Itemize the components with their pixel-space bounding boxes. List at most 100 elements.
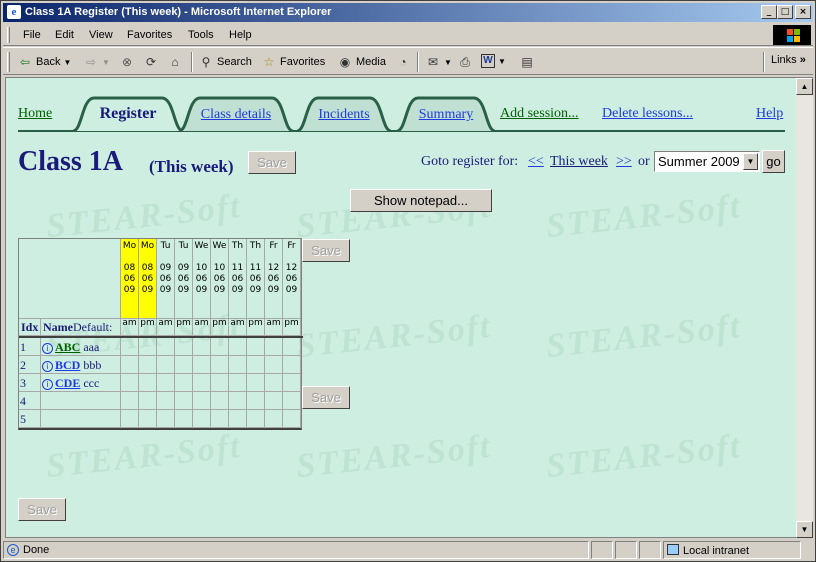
attendance-cell[interactable]: [121, 410, 139, 428]
attendance-cell[interactable]: [283, 410, 301, 428]
attendance-cell[interactable]: [247, 392, 265, 410]
attendance-cell[interactable]: [157, 356, 175, 374]
attendance-cell[interactable]: [193, 356, 211, 374]
attendance-cell[interactable]: [283, 338, 301, 356]
favorites-button[interactable]: ☆ Favorites: [261, 54, 326, 70]
media-button[interactable]: ◉ Media: [337, 54, 386, 70]
stop-button[interactable]: ⊗: [119, 54, 135, 70]
goto-this-week-link[interactable]: This week: [550, 154, 608, 170]
attendance-cell[interactable]: [229, 410, 247, 428]
attendance-cell[interactable]: [139, 392, 157, 410]
show-notepad-button[interactable]: Show notepad...: [350, 189, 492, 212]
edit-word-button[interactable]: W ▼: [481, 54, 506, 68]
default-mark-cell[interactable]: [121, 319, 139, 336]
save-button-grid-bottom[interactable]: Save: [302, 386, 350, 409]
attendance-cell[interactable]: [265, 374, 283, 392]
attendance-cell[interactable]: [139, 338, 157, 356]
tab-incidents[interactable]: Incidents: [296, 96, 392, 132]
attendance-cell[interactable]: [193, 392, 211, 410]
attendance-cell[interactable]: [247, 356, 265, 374]
attendance-cell[interactable]: [265, 410, 283, 428]
attendance-cell[interactable]: [229, 392, 247, 410]
delete-lessons-link[interactable]: Delete lessons...: [602, 106, 693, 122]
attendance-cell[interactable]: [157, 410, 175, 428]
default-mark-cell[interactable]: [265, 319, 283, 336]
back-button[interactable]: ⇦ Back ▼: [17, 54, 71, 70]
attendance-cell[interactable]: [193, 338, 211, 356]
info-icon[interactable]: i: [42, 361, 53, 372]
attendance-cell[interactable]: [229, 374, 247, 392]
attendance-cell[interactable]: [175, 410, 193, 428]
menu-tools[interactable]: Tools: [188, 29, 214, 41]
menu-file[interactable]: File: [23, 29, 41, 41]
vertical-scrollbar[interactable]: ▲ ▼: [796, 77, 813, 538]
menu-view[interactable]: View: [89, 29, 113, 41]
attendance-cell[interactable]: [193, 374, 211, 392]
attendance-cell[interactable]: [265, 356, 283, 374]
attendance-cell[interactable]: [139, 410, 157, 428]
refresh-button[interactable]: ⟳: [143, 54, 159, 70]
save-button-top[interactable]: Save: [248, 151, 296, 174]
history-button[interactable]: ◔: [395, 54, 411, 70]
save-button-bottom[interactable]: Save: [18, 498, 66, 521]
help-link[interactable]: Help: [756, 106, 783, 122]
default-mark-cell[interactable]: [139, 319, 157, 336]
attendance-cell[interactable]: [229, 338, 247, 356]
print-button[interactable]: ⎙: [457, 54, 473, 70]
attendance-cell[interactable]: [175, 392, 193, 410]
default-mark-cell[interactable]: [157, 319, 175, 336]
home-toolbar-button[interactable]: ⌂: [167, 54, 183, 70]
attendance-cell[interactable]: [283, 374, 301, 392]
default-mark-cell[interactable]: [247, 319, 265, 336]
attendance-cell[interactable]: [211, 392, 229, 410]
maximize-button[interactable]: □: [777, 5, 793, 19]
attendance-cell[interactable]: [157, 374, 175, 392]
attendance-cell[interactable]: [121, 374, 139, 392]
pupil-name-link[interactable]: ABC: [55, 340, 80, 354]
attendance-cell[interactable]: [247, 410, 265, 428]
pupil-name-link[interactable]: CDE: [55, 376, 80, 390]
scroll-down-icon[interactable]: ▼: [796, 521, 813, 538]
attendance-cell[interactable]: [175, 374, 193, 392]
default-mark-cell[interactable]: [193, 319, 211, 336]
forward-button[interactable]: ⇨ ▼: [83, 54, 110, 70]
discuss-button[interactable]: ▤: [519, 54, 535, 70]
links-button[interactable]: Links »: [771, 54, 806, 66]
go-button[interactable]: go: [762, 150, 785, 173]
attendance-cell[interactable]: [265, 392, 283, 410]
tab-summary[interactable]: Summary: [396, 96, 496, 132]
attendance-cell[interactable]: [139, 356, 157, 374]
search-button[interactable]: ⚲ Search: [198, 54, 252, 70]
attendance-cell[interactable]: [211, 374, 229, 392]
tab-register[interactable]: Register: [72, 96, 184, 132]
nav-home-link[interactable]: Home: [18, 106, 52, 122]
attendance-cell[interactable]: [175, 356, 193, 374]
mail-button[interactable]: ✉ ▼: [425, 54, 452, 70]
tab-class-details[interactable]: Class details: [178, 96, 294, 132]
add-session-link[interactable]: Add session...: [500, 106, 579, 122]
attendance-cell[interactable]: [265, 338, 283, 356]
default-mark-cell[interactable]: [211, 319, 229, 336]
default-mark-cell[interactable]: [175, 319, 193, 336]
info-icon[interactable]: i: [42, 379, 53, 390]
attendance-cell[interactable]: [121, 392, 139, 410]
attendance-cell[interactable]: [211, 410, 229, 428]
attendance-cell[interactable]: [211, 338, 229, 356]
term-select[interactable]: Summer 2009 ▼: [654, 151, 760, 172]
attendance-cell[interactable]: [157, 338, 175, 356]
close-button[interactable]: ×: [795, 5, 811, 19]
attendance-cell[interactable]: [121, 338, 139, 356]
goto-prev-link[interactable]: <<: [528, 154, 544, 170]
attendance-cell[interactable]: [229, 356, 247, 374]
info-icon[interactable]: i: [42, 343, 53, 354]
attendance-cell[interactable]: [283, 356, 301, 374]
attendance-cell[interactable]: [121, 356, 139, 374]
menu-favorites[interactable]: Favorites: [127, 29, 172, 41]
attendance-cell[interactable]: [247, 338, 265, 356]
save-button-grid-top[interactable]: Save: [302, 239, 350, 262]
menu-help[interactable]: Help: [229, 29, 252, 41]
default-mark-cell[interactable]: [229, 319, 247, 336]
pupil-name-link[interactable]: BCD: [55, 358, 80, 372]
attendance-cell[interactable]: [283, 392, 301, 410]
default-mark-cell[interactable]: [283, 319, 301, 336]
